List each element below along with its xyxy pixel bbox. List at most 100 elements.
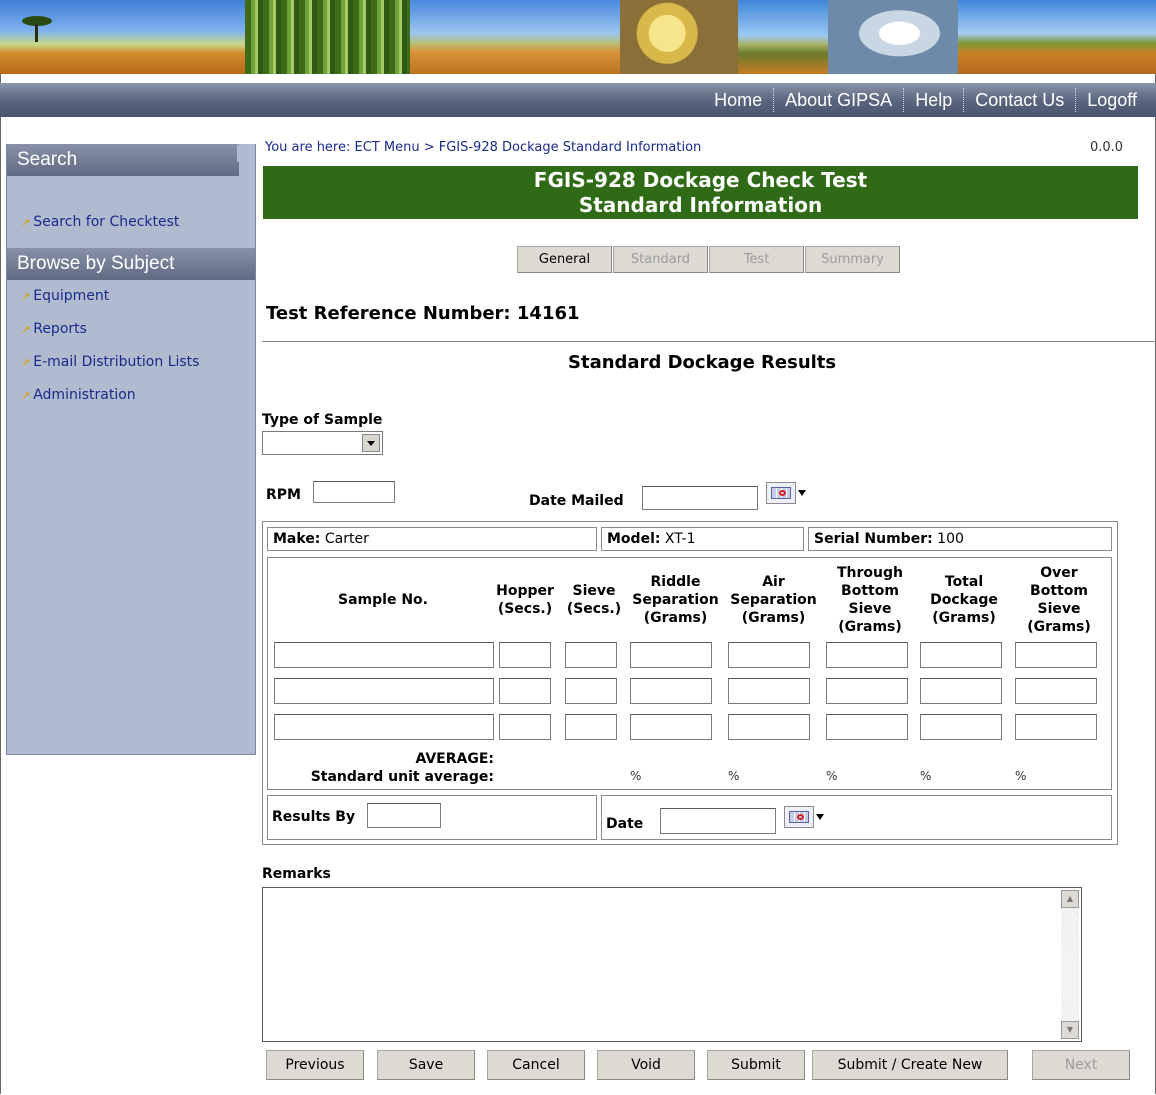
remarks-textarea[interactable]: ▲ ▼ <box>262 887 1082 1042</box>
banner-wheat-image <box>410 0 620 74</box>
tab-test[interactable]: Test <box>709 246 804 273</box>
tab-standard[interactable]: Standard <box>613 246 708 273</box>
date-mailed-label: Date Mailed <box>529 493 624 509</box>
sample-no-input-row-1[interactable] <box>274 642 494 668</box>
nav-logoff-link[interactable]: Logoff <box>1076 90 1148 111</box>
nav-help-link[interactable]: Help <box>904 90 963 111</box>
sidebar-item-search-checktest[interactable]: ↗ Search for Checktest <box>21 214 179 230</box>
riddle-percent: % <box>630 769 642 783</box>
date-mailed-input[interactable] <box>642 486 758 510</box>
date-input[interactable] <box>660 808 776 834</box>
section-title: Standard Dockage Results <box>568 352 837 373</box>
arrow-icon: ↗ <box>21 356 31 369</box>
riddle-separation-input-row-3[interactable] <box>630 714 712 740</box>
make-cell: Make: Carter <box>267 527 597 551</box>
riddle-separation-input-row-2[interactable] <box>630 678 712 704</box>
banner-trees-image <box>738 0 828 74</box>
sidebar-item-administration[interactable]: ↗ Administration <box>21 387 136 403</box>
date-label: Date <box>606 816 644 832</box>
arrow-icon: ↗ <box>21 290 31 303</box>
banner-chicks-image <box>620 0 738 74</box>
hopper-input-row-1[interactable] <box>499 642 551 668</box>
arrow-icon: ↗ <box>21 216 31 229</box>
banner-landscape-image <box>958 0 1156 74</box>
over-bottom-percent: % <box>1015 769 1027 783</box>
sieve-input-row-2[interactable] <box>565 678 617 704</box>
total-dockage-input-row-1[interactable] <box>920 642 1002 668</box>
page-title: FGIS-928 Dockage Check Test Standard Inf… <box>263 166 1138 219</box>
header-through-bottom-sieve: Through Bottom Sieve (Grams) <box>837 565 903 635</box>
banner-field-image <box>0 0 245 74</box>
serial-number-cell: Serial Number: 100 <box>808 527 1112 551</box>
hopper-input-row-2[interactable] <box>499 678 551 704</box>
header-sample-no: Sample No. <box>338 592 428 608</box>
riddle-separation-input-row-1[interactable] <box>630 642 712 668</box>
average-label: AVERAGE: Standard unit average: <box>310 751 494 785</box>
air-separation-input-row-1[interactable] <box>728 642 810 668</box>
header-total-dockage: Total Dockage (Grams) <box>930 574 998 626</box>
save-button[interactable]: Save <box>377 1050 475 1080</box>
nav-home-link[interactable]: Home <box>703 90 773 111</box>
banner-lab-image <box>828 0 958 74</box>
chevron-down-icon[interactable] <box>362 434 380 452</box>
top-nav-bar: Home About GIPSA Help Contact Us Logoff <box>0 83 1156 117</box>
sidebar-item-reports[interactable]: ↗ Reports <box>21 321 87 337</box>
sidebar: Search ↗ Search for Checktest Browse by S… <box>6 144 256 755</box>
arrow-icon: ↗ <box>21 323 31 336</box>
over-bottom-sieve-input-row-3[interactable] <box>1015 714 1097 740</box>
cancel-button[interactable]: Cancel <box>487 1050 585 1080</box>
sample-no-input-row-3[interactable] <box>274 714 494 740</box>
version-label: 0.0.0 <box>1090 140 1124 155</box>
calendar-icon <box>784 806 814 828</box>
through-bottom-sieve-input-row-1[interactable] <box>826 642 908 668</box>
sieve-input-row-1[interactable] <box>565 642 617 668</box>
form-tabs: General Standard Test Summary <box>517 246 901 273</box>
air-separation-input-row-2[interactable] <box>728 678 810 704</box>
page-title-line2: Standard Information <box>578 193 823 217</box>
air-separation-input-row-3[interactable] <box>728 714 810 740</box>
total-dockage-input-row-3[interactable] <box>920 714 1002 740</box>
calendar-icon <box>766 482 796 504</box>
type-of-sample-select[interactable] <box>262 431 383 455</box>
sidebar-browse-heading: Browse by Subject <box>7 248 255 280</box>
date-mailed-calendar-button[interactable] <box>766 482 814 504</box>
sidebar-item-equipment[interactable]: ↗ Equipment <box>21 288 109 304</box>
tab-general[interactable]: General <box>517 246 612 273</box>
submit-create-new-button[interactable]: Submit / Create New <box>812 1050 1008 1080</box>
date-calendar-button[interactable] <box>784 806 832 828</box>
scroll-down-icon[interactable]: ▼ <box>1061 1021 1079 1039</box>
nav-contact-link[interactable]: Contact Us <box>964 90 1075 111</box>
over-bottom-sieve-input-row-1[interactable] <box>1015 642 1097 668</box>
through-bottom-sieve-input-row-3[interactable] <box>826 714 908 740</box>
header-hopper: Hopper (Secs.) <box>496 583 554 617</box>
remarks-scrollbar[interactable]: ▲ ▼ <box>1061 890 1079 1039</box>
header-banner <box>0 0 1156 74</box>
scroll-up-icon[interactable]: ▲ <box>1061 890 1079 908</box>
divider <box>262 341 1156 342</box>
remarks-label: Remarks <box>262 866 331 882</box>
page-title-line1: FGIS-928 Dockage Check Test <box>533 168 868 192</box>
sidebar-search-heading: Search <box>7 144 239 176</box>
hopper-input-row-3[interactable] <box>499 714 551 740</box>
over-bottom-sieve-input-row-2[interactable] <box>1015 678 1097 704</box>
results-by-input[interactable] <box>367 803 441 828</box>
previous-button[interactable]: Previous <box>266 1050 364 1080</box>
header-riddle-separation: Riddle Separation (Grams) <box>632 574 719 626</box>
tab-summary[interactable]: Summary <box>805 246 900 273</box>
next-button[interactable]: Next <box>1032 1050 1130 1080</box>
banner-corn-image <box>245 0 410 74</box>
void-button[interactable]: Void <box>597 1050 695 1080</box>
nav-about-link[interactable]: About GIPSA <box>774 90 903 111</box>
through-bottom-sieve-input-row-2[interactable] <box>826 678 908 704</box>
breadcrumb: You are here: ECT Menu > FGIS-928 Dockag… <box>265 140 702 155</box>
sample-no-input-row-2[interactable] <box>274 678 494 704</box>
results-by-label: Results By <box>272 809 356 825</box>
sidebar-item-email-lists[interactable]: ↗ E-mail Distribution Lists <box>21 354 199 370</box>
rpm-label: RPM <box>266 487 301 503</box>
total-dockage-input-row-2[interactable] <box>920 678 1002 704</box>
submit-button[interactable]: Submit <box>707 1050 805 1080</box>
sieve-input-row-3[interactable] <box>565 714 617 740</box>
rpm-input[interactable] <box>313 481 395 503</box>
header-sieve: Sieve (Secs.) <box>566 583 622 617</box>
model-cell: Model: XT-1 <box>601 527 804 551</box>
